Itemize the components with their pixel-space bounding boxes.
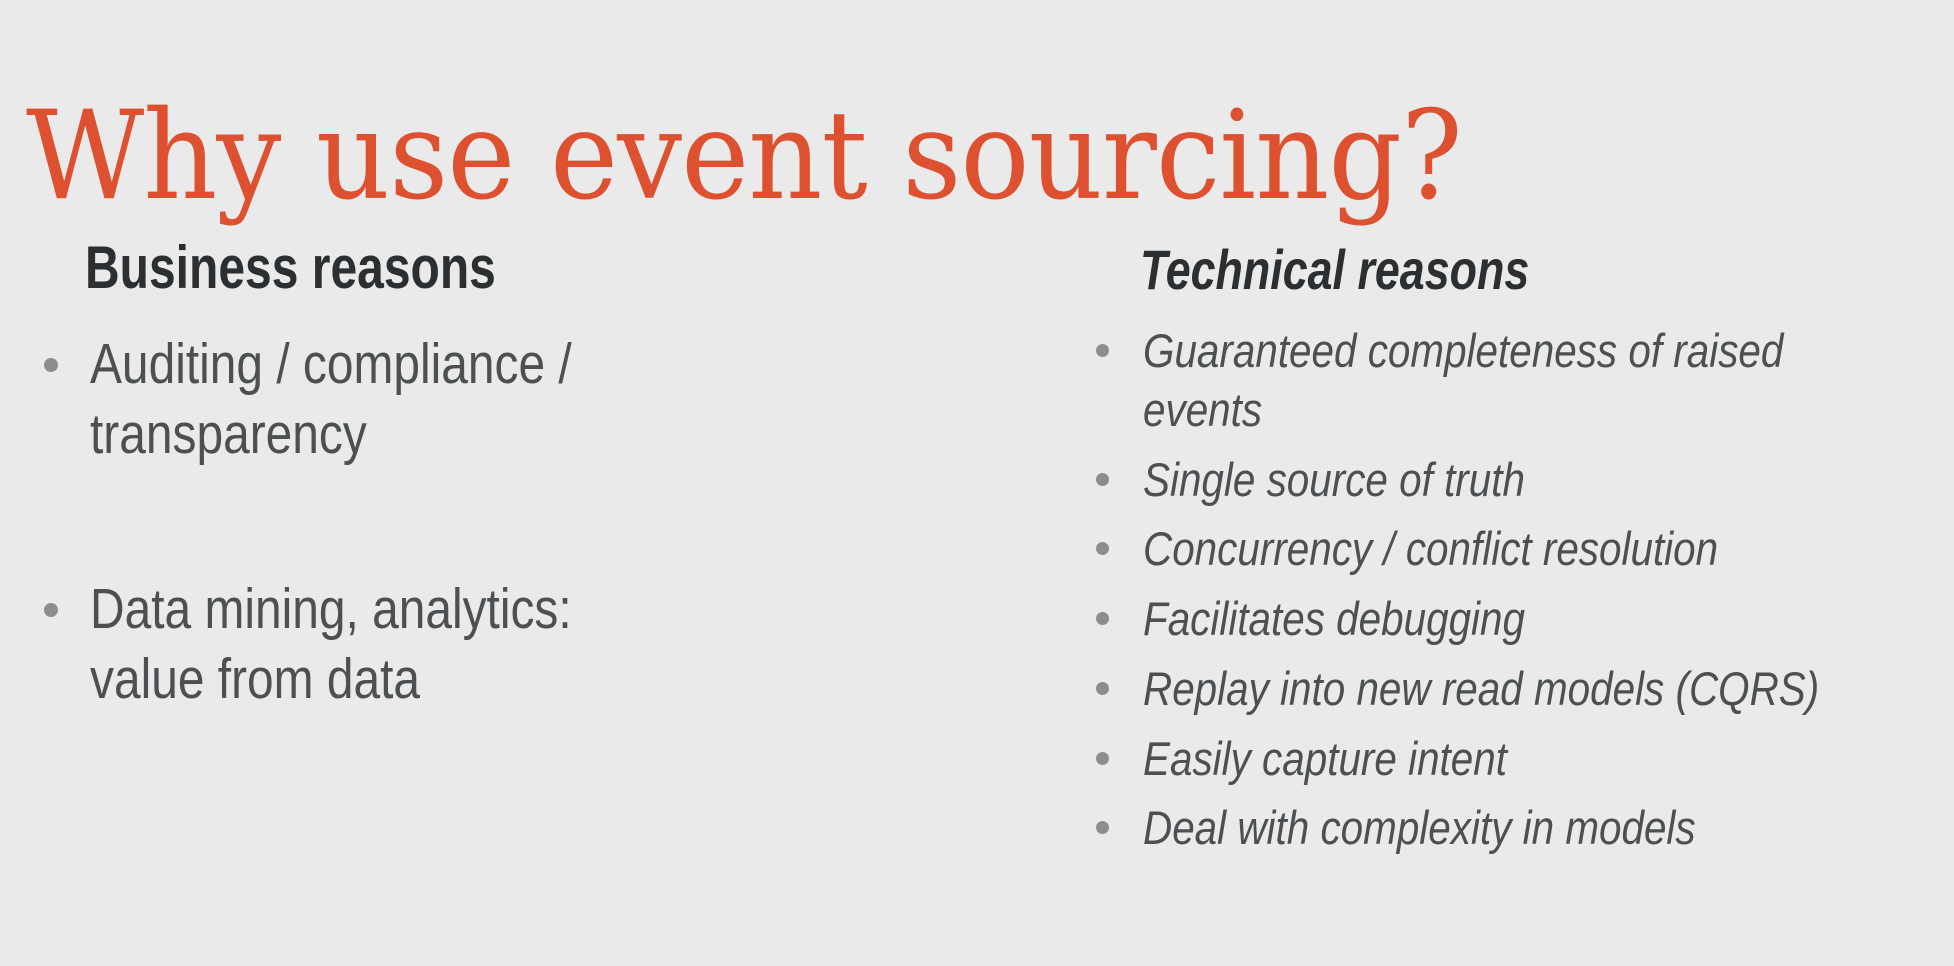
list-item-line: Guaranteed completeness of raised [1143,324,1784,377]
list-item: Replay into new read models (CQRS) [1090,660,1954,719]
list-item: Guaranteed completeness of raised events [1090,322,1954,440]
list-item: Facilitates debugging [1090,590,1954,649]
list-item: Data mining, analytics: value from data [40,575,880,714]
list-item-text: Single source of truth [1143,451,1954,510]
list-item-text: Deal with complexity in models [1143,799,1954,858]
bullet-dot-icon [1096,681,1109,695]
list-item-text: Easily capture intent [1143,730,1954,789]
bullet-dot-icon [1096,472,1109,486]
technical-reasons-heading: Technical reasons [1140,238,1530,301]
list-item-line: Data mining, analytics: [90,577,572,642]
bullet-dot-icon [1096,751,1109,765]
list-item: Deal with complexity in models [1090,799,1954,858]
list-item-line: Easily capture intent [1143,731,1507,785]
list-item-line: Auditing / compliance / [90,332,572,396]
list-item: Auditing / compliance / transparency [40,330,880,469]
list-item: Concurrency / conflict resolution [1090,520,1954,579]
list-item-text: Data mining, analytics: value from data [90,575,880,714]
list-item-line: value from data [90,646,421,711]
list-item: Easily capture intent [1090,730,1954,789]
bullet-dot-icon [1096,612,1109,625]
business-reasons-heading: Business reasons [85,234,496,301]
list-item-text: Facilitates debugging [1143,590,1954,649]
list-item-text: Auditing / compliance / transparency [90,330,880,469]
list-item-line: Facilitates debugging [1143,592,1526,645]
list-item: Single source of truth [1090,451,1954,510]
business-reasons-list: Auditing / compliance / transparency Dat… [40,330,880,714]
list-item-text: Replay into new read models (CQRS) [1143,660,1954,719]
bullet-dot-icon [44,358,58,372]
content-columns: Business reasons Auditing / compliance /… [0,0,1954,966]
presentation-slide: Why use event sourcing? Business reasons… [0,0,1954,966]
list-item-line: Concurrency / conflict resolution [1143,522,1719,576]
list-item-line: Deal with complexity in models [1143,801,1696,855]
list-item-line: events [1143,382,1263,436]
bullet-dot-icon [1096,821,1109,835]
list-item-line: transparency [90,401,367,466]
bullet-dot-icon [44,603,58,618]
bullet-dot-icon [1096,344,1109,357]
list-item-line: Replay into new read models (CQRS) [1143,661,1820,715]
list-item-line: Single source of truth [1143,452,1525,506]
list-item-text: Concurrency / conflict resolution [1143,520,1954,579]
list-item-text: Guaranteed completeness of raised events [1143,322,1954,440]
technical-reasons-list: Guaranteed completeness of raised events… [1090,322,1954,858]
bullet-dot-icon [1096,542,1109,556]
